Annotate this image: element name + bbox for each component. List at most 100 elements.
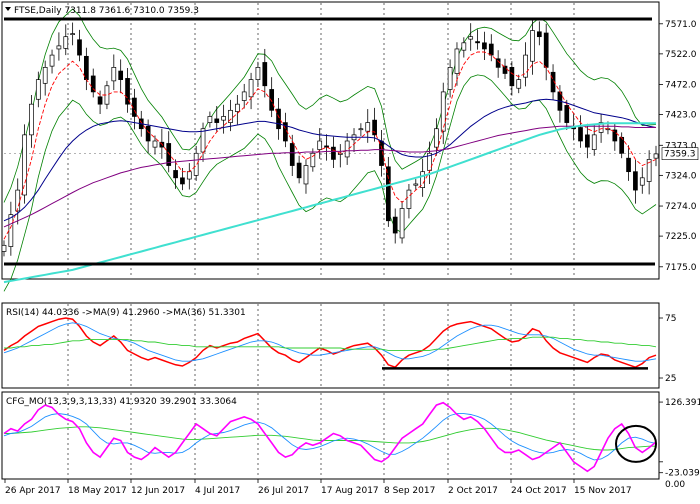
cfg-tick-label: 126.391 — [665, 398, 700, 408]
candle-body — [276, 108, 281, 130]
candle-body — [626, 157, 631, 173]
candle-body — [1, 244, 7, 252]
price-panel-label: FTSE,Daily 7311.8 7361.6 7310.0 7359.3 — [14, 6, 199, 16]
candle-body — [447, 67, 453, 90]
candle-body — [234, 103, 240, 112]
candle-body — [392, 216, 398, 234]
candle-body — [454, 48, 460, 74]
candle-body — [56, 45, 62, 50]
candle-body — [591, 134, 597, 150]
candle-body — [241, 91, 247, 101]
chart-canvas[interactable]: FTSE,Daily 7311.8 7361.6 7310.0 7359.3 R… — [0, 0, 700, 500]
candle-body — [488, 43, 494, 56]
candle-body — [29, 103, 34, 136]
candle-body — [35, 79, 41, 100]
candle-body — [639, 177, 645, 186]
candle-body — [22, 134, 27, 196]
candle-body — [200, 128, 206, 153]
price-tick-label: 7225.0 — [665, 232, 697, 242]
date-tick-label: 24 Oct 2017 — [511, 486, 567, 496]
candle-body — [475, 41, 480, 44]
candle-body — [482, 42, 487, 50]
candle-body — [358, 128, 364, 131]
candle-body — [536, 31, 542, 38]
candle-body — [63, 36, 69, 49]
date-tick-label: 15 Nov 2017 — [574, 486, 632, 496]
candle-body — [49, 54, 55, 67]
candle-body — [543, 32, 549, 68]
candle-body — [530, 30, 535, 62]
candle-body — [468, 36, 474, 40]
date-tick-label: 26 Jul 2017 — [258, 486, 309, 496]
candle-body — [434, 128, 439, 148]
price-tick-label: 7472.0 — [665, 81, 697, 91]
candle-body — [97, 96, 103, 105]
price-axis: 7571.07522.07472.07423.07373.07324.07274… — [659, 20, 697, 273]
price-tick-label: 7324.0 — [665, 171, 697, 181]
candle-body — [461, 42, 467, 51]
rsi-tick-label: 25 — [665, 374, 676, 384]
cfg-tick-label: -23.0393 — [665, 469, 700, 479]
candle-body — [193, 152, 199, 176]
candle-body — [516, 79, 522, 89]
candle-body — [248, 79, 254, 98]
candle-body — [255, 67, 261, 80]
date-tick-label: 18 May 2017 — [68, 486, 127, 496]
candle-body — [42, 67, 48, 84]
candle-body — [413, 183, 419, 186]
candle-body — [8, 214, 14, 247]
trading-chart-window: FTSE,Daily 7311.8 7361.6 7310.0 7359.3 R… — [0, 0, 700, 500]
date-tick-label: 2 Oct 2017 — [448, 486, 498, 496]
candle-body — [509, 67, 515, 87]
date-tick-label: 8 Sep 2017 — [384, 486, 435, 496]
candle-body — [440, 91, 446, 132]
rsi-tick-label: 75 — [665, 314, 676, 324]
price-tick-label: 7522.0 — [665, 50, 697, 60]
candle-body — [502, 65, 508, 74]
candle-body — [578, 127, 583, 142]
date-axis: 26 Apr 2017 18 May 2017 12 Jun 2017 4 Jul 2… — [4, 479, 632, 496]
date-tick-label: 17 Aug 2017 — [321, 486, 379, 496]
candle-body — [324, 145, 329, 148]
candle-body — [262, 62, 268, 87]
candle-body — [385, 166, 391, 222]
candle-body — [70, 33, 75, 35]
cfg-tick-label: 0.00 — [665, 480, 685, 490]
rsi-panel-label: RSI(14) 44.0336 ->MA(9) 41.2960 ->MA(36)… — [6, 308, 246, 318]
candle-body — [289, 143, 295, 166]
candle-body — [296, 162, 302, 179]
candle-body — [365, 122, 371, 132]
cfg-panel-label: CFG_MO(13,3,9,3,13,33) 41.9320 39.2901 3… — [6, 397, 237, 407]
candle-body — [303, 165, 309, 185]
date-tick-label: 4 Jul 2017 — [195, 486, 240, 496]
candle-body — [214, 118, 220, 123]
price-tick-label: 7274.0 — [665, 202, 697, 212]
candle-body — [317, 140, 323, 150]
candle-body — [152, 140, 158, 148]
candle-body — [180, 177, 185, 185]
cfg-axis: 126.391 -23.03930.00 — [659, 398, 700, 490]
candle-body — [653, 153, 659, 159]
rsi-axis: 75 25 — [659, 314, 676, 384]
candle-body — [633, 171, 638, 191]
candle-body — [585, 134, 590, 148]
candle-body — [564, 105, 570, 123]
candle-body — [406, 189, 412, 209]
date-tick-label: 12 Jun 2017 — [131, 486, 185, 496]
candle-body — [221, 116, 226, 121]
candle-body — [77, 39, 82, 56]
candle-body — [118, 70, 124, 80]
price-tick-label: 7175.0 — [665, 263, 697, 273]
candle-body — [145, 125, 151, 142]
date-tick-label: 26 Apr 2017 — [5, 486, 61, 496]
price-tick-label: 7571.0 — [665, 20, 697, 30]
candle-body — [399, 208, 405, 239]
candle-body — [111, 67, 117, 82]
current-price-label: 7359.3 — [664, 150, 696, 160]
candle-body — [619, 136, 625, 154]
candle-body — [207, 116, 213, 123]
candle-body — [331, 146, 336, 160]
price-tick-label: 7423.0 — [665, 111, 697, 121]
candle-body — [173, 170, 178, 179]
candle-body — [186, 171, 192, 180]
